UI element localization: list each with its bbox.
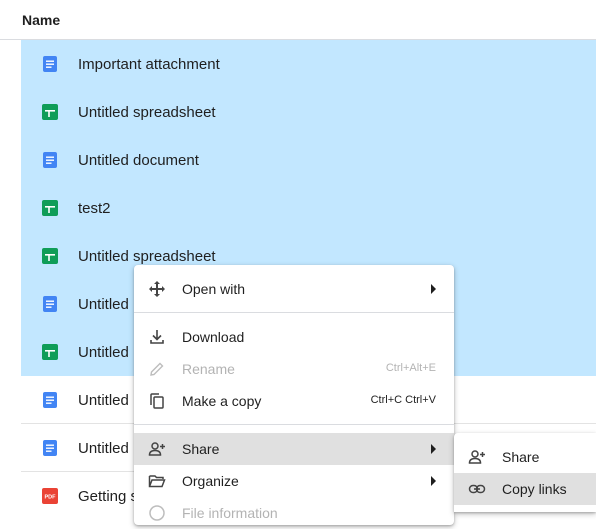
google-docs-icon [43,440,57,456]
copy-icon [150,393,164,409]
file-name: test2 [78,200,111,217]
submenu-item-label: Share [502,449,540,465]
move-arrows-icon [149,281,165,297]
name-column-header[interactable]: Name [22,12,60,28]
file-row-important-attachment[interactable]: Important attachment [21,40,596,88]
file-name: Untitled [78,344,129,361]
file-name: Untitled spreadsheet [78,248,216,265]
google-sheets-icon [42,248,58,264]
info-icon [149,505,165,521]
menu-item-shortcut: Ctrl+C Ctrl+V [370,394,436,406]
share-submenu: Share Copy links [454,433,596,512]
link-icon [468,484,486,494]
menu-item-file-information[interactable]: File information [134,497,454,529]
submenu-item-share[interactable]: Share [454,441,596,473]
file-name: Untitled [78,440,129,457]
menu-item-share[interactable]: Share [134,433,454,465]
google-sheets-icon [42,200,58,216]
pencil-icon [150,362,164,376]
menu-divider [134,312,454,313]
person-add-icon [468,450,485,464]
folder-open-icon [148,475,166,488]
file-row-untitled-spreadsheet[interactable]: Untitled spreadsheet [21,88,596,136]
file-name: Untitled spreadsheet [78,104,216,121]
menu-item-label: Make a copy [182,393,262,409]
menu-item-make-a-copy[interactable]: Make a copy Ctrl+C Ctrl+V [134,385,454,417]
google-docs-icon [43,392,57,408]
file-list-header: Name [0,0,596,40]
pdf-file-icon: PDF [42,488,58,504]
file-name: Untitled document [78,152,199,169]
google-docs-icon [43,296,57,312]
menu-item-download[interactable]: Download [134,321,454,353]
google-sheets-icon [42,104,58,120]
file-name: Untitled [78,296,129,313]
menu-item-label: Share [182,441,220,457]
submenu-arrow-icon [431,476,436,486]
google-docs-icon [43,56,57,72]
context-menu: Open with Download Rename Ctrl+Alt+E Mak… [134,265,454,525]
menu-item-label: Organize [182,473,239,489]
submenu-item-label: Copy links [502,481,567,497]
menu-item-label: Open with [182,281,246,297]
google-sheets-icon [42,344,58,360]
google-docs-icon [43,152,57,168]
menu-divider [134,424,454,425]
menu-item-organize[interactable]: Organize [134,465,454,497]
file-row-test2[interactable]: test2 [21,184,596,232]
file-name: Important attachment [78,56,220,73]
menu-item-open-with[interactable]: Open with [134,273,454,305]
person-add-icon [148,442,165,456]
file-name: Getting s [78,488,139,505]
menu-item-label: Rename [182,361,235,377]
svg-text:PDF: PDF [45,495,57,501]
menu-item-label: Download [182,329,245,345]
file-name: Untitled [78,392,129,409]
submenu-item-copy-links[interactable]: Copy links [454,473,596,505]
menu-item-label: File information [182,505,278,521]
menu-item-rename[interactable]: Rename Ctrl+Alt+E [134,353,454,385]
download-icon [150,330,164,344]
submenu-arrow-icon [431,444,436,454]
file-row-untitled-document[interactable]: Untitled document [21,136,596,184]
submenu-arrow-icon [431,284,436,294]
menu-item-shortcut: Ctrl+Alt+E [385,362,436,374]
